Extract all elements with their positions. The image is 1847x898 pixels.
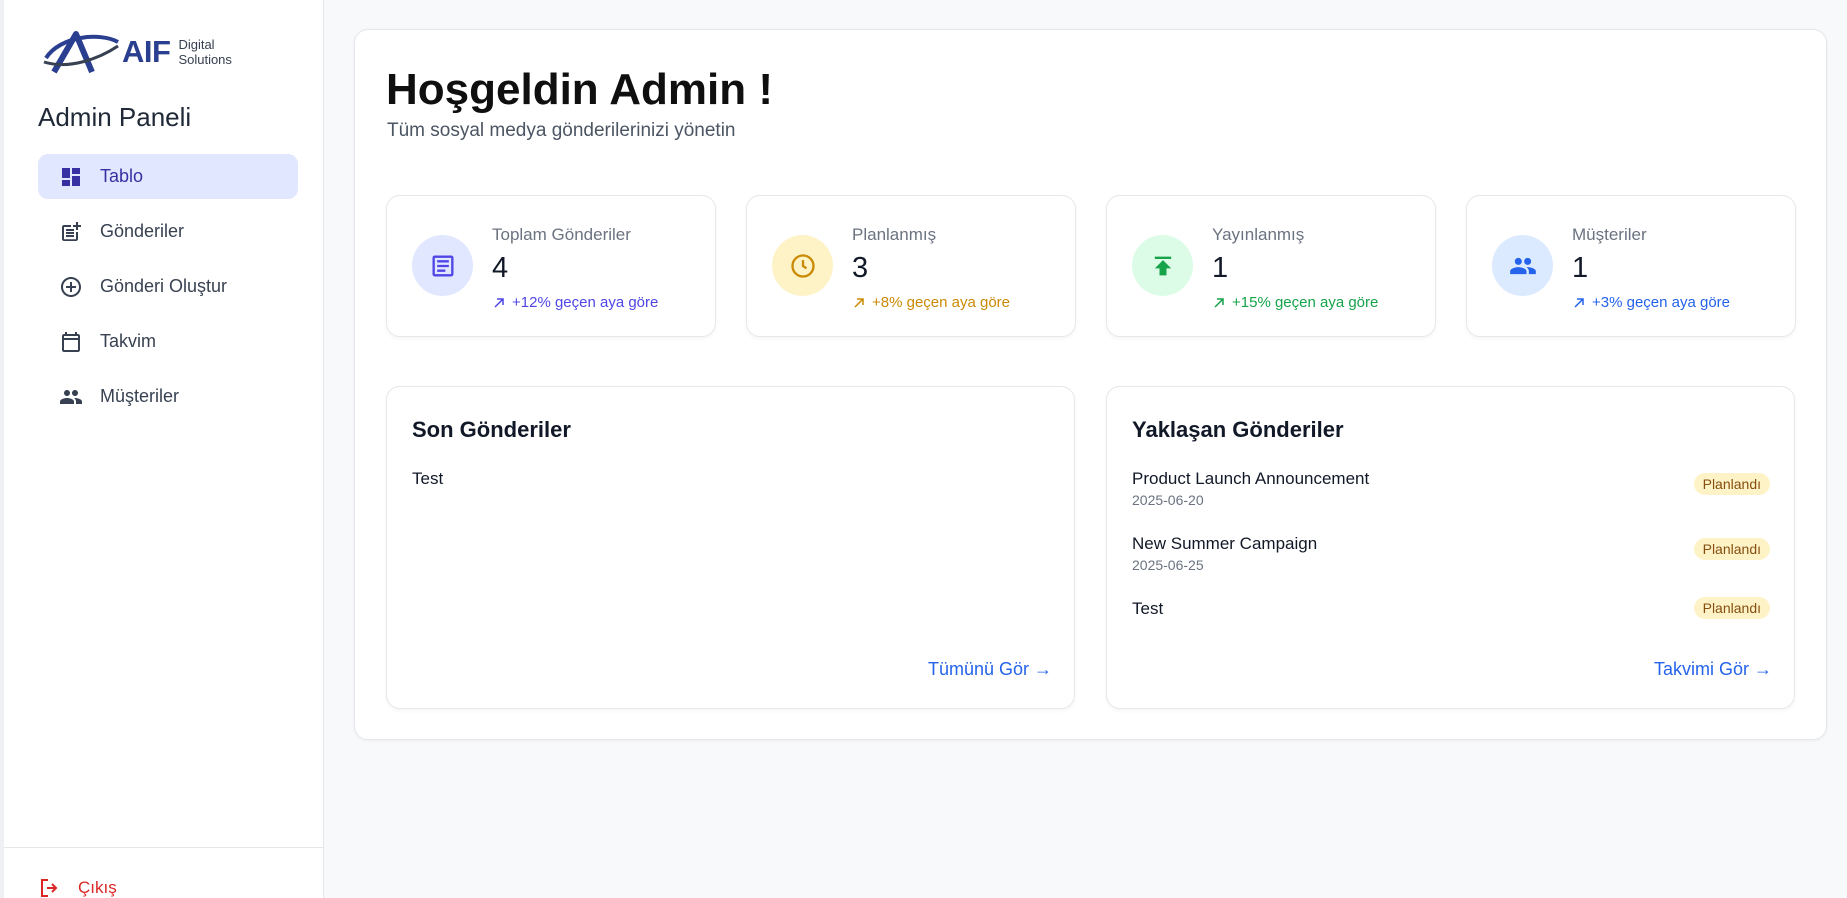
sidebar-item-label: Tablo: [100, 166, 144, 186]
sidebar-item-posts[interactable]: Gönderiler: [38, 209, 298, 254]
panel-title: Admin Paneli: [38, 102, 192, 132]
post-date: 2025-06-20: [1132, 492, 1204, 508]
recent-posts-title: Son Gönderiler: [412, 417, 571, 442]
list-item[interactable]: Test Planlandı: [1132, 597, 1770, 619]
stat-value: 3: [852, 252, 869, 284]
sidebar-item-label: Gönderiler: [100, 221, 185, 241]
stat-trend: +3% geçen aya göre: [1572, 294, 1730, 311]
dashboard-card: Hoşgeldin Admin ! Tüm sosyal medya gönde…: [354, 29, 1827, 740]
upcoming-posts-title: Yaklaşan Gönderiler: [1132, 417, 1344, 442]
stat-value: 1: [1572, 252, 1589, 284]
page-subtitle: Tüm sosyal medya gönderilerinizi yönetin: [387, 120, 736, 141]
logout-icon: [41, 879, 58, 897]
people-icon: [58, 384, 84, 410]
list-item[interactable]: New Summer Campaign 2025-06-25 Planlandı: [1132, 534, 1770, 573]
list-item[interactable]: Product Launch Announcement 2025-06-20 P…: [1132, 469, 1770, 508]
brand-subtitle: Digital Solutions: [178, 37, 231, 67]
sidebar-divider: [4, 847, 324, 848]
stat-label: Müşteriler: [1572, 225, 1647, 244]
add-circle-icon: [58, 274, 84, 300]
clock-icon: [772, 235, 833, 296]
trend-up-icon: [494, 297, 504, 308]
stat-card-scheduled: Planlanmış 3 +8% geçen aya göre: [746, 195, 1076, 337]
trend-up-icon: [854, 297, 864, 308]
stat-trend-text: +8% geçen aya göre: [872, 294, 1011, 311]
sidebar-item-label: Gönderi Oluştur: [100, 276, 228, 296]
sidebar-item-dashboard[interactable]: Tablo: [38, 154, 298, 199]
sidebar: AIF Digital Solutions Admin Paneli Tablo…: [0, 0, 324, 898]
sidebar-nav: Tablo Gönderiler Gönderi Oluştur Takvim …: [38, 154, 298, 429]
brand-sub-line-2: Solutions: [178, 52, 232, 67]
sidebar-item-label: Müşteriler: [100, 386, 180, 406]
sidebar-item-customers[interactable]: Müşteriler: [38, 374, 298, 419]
brand-name: AIF: [122, 34, 171, 69]
stat-trend: +15% geçen aya göre: [1212, 294, 1378, 311]
post-title: Test: [412, 469, 444, 488]
publish-icon: [1132, 235, 1193, 296]
brand-sub-line-1: Digital: [178, 37, 215, 52]
stat-trend-text: +15% geçen aya göre: [1232, 294, 1379, 311]
stat-trend-text: +3% geçen aya göre: [1592, 294, 1731, 311]
logout-button[interactable]: Çıkış: [38, 876, 117, 898]
stat-trend-text: +12% geçen aya göre: [512, 294, 659, 311]
stat-label: Toplam Gönderiler: [492, 225, 631, 244]
sidebar-item-create-post[interactable]: Gönderi Oluştur: [38, 264, 298, 309]
post-title: Test: [1132, 599, 1164, 618]
post-add-icon: [58, 219, 84, 245]
stat-card-published: Yayınlanmış 1 +15% geçen aya göre: [1106, 195, 1436, 337]
logout-label: Çıkış: [78, 878, 117, 897]
status-badge: Planlandı: [1693, 473, 1770, 495]
list-item[interactable]: Test: [412, 469, 1050, 489]
people-icon: [1492, 235, 1553, 296]
stat-trend: +8% geçen aya göre: [852, 294, 1010, 311]
upcoming-posts-panel: Yaklaşan Gönderiler Product Launch Annou…: [1106, 386, 1795, 709]
trend-up-icon: [1574, 297, 1584, 308]
stat-label: Yayınlanmış: [1212, 225, 1305, 244]
post-title: New Summer Campaign: [1132, 534, 1318, 553]
page-title: Hoşgeldin Admin !: [386, 65, 774, 114]
stat-card-customers: Müşteriler 1 +3% geçen aya göre: [1466, 195, 1796, 337]
calendar-icon: [58, 329, 84, 355]
trend-up-icon: [1214, 297, 1224, 308]
sidebar-item-calendar[interactable]: Takvim: [38, 319, 298, 364]
status-badge: Planlandı: [1693, 538, 1770, 560]
status-badge: Planlandı: [1693, 597, 1770, 619]
dashboard-icon: [58, 164, 84, 190]
view-calendar-link[interactable]: Takvimi Gör →: [1654, 659, 1772, 680]
post-title: Product Launch Announcement: [1132, 469, 1370, 488]
view-all-link[interactable]: Tümünü Gör →: [928, 659, 1052, 680]
article-icon: [412, 235, 473, 296]
stat-value: 1: [1212, 252, 1229, 284]
stat-trend: +12% geçen aya göre: [492, 294, 658, 311]
stat-card-total-posts: Toplam Gönderiler 4 +12% geçen aya göre: [386, 195, 716, 337]
aif-logo-icon: [43, 31, 119, 74]
sidebar-item-label: Takvim: [100, 331, 157, 351]
stat-value: 4: [492, 252, 509, 284]
brand-logo[interactable]: AIF Digital Solutions: [40, 28, 232, 76]
recent-posts-panel: Son Gönderiler Test Tümünü Gör →: [386, 386, 1075, 709]
stat-label: Planlanmış: [852, 225, 937, 244]
post-date: 2025-06-25: [1132, 557, 1204, 573]
